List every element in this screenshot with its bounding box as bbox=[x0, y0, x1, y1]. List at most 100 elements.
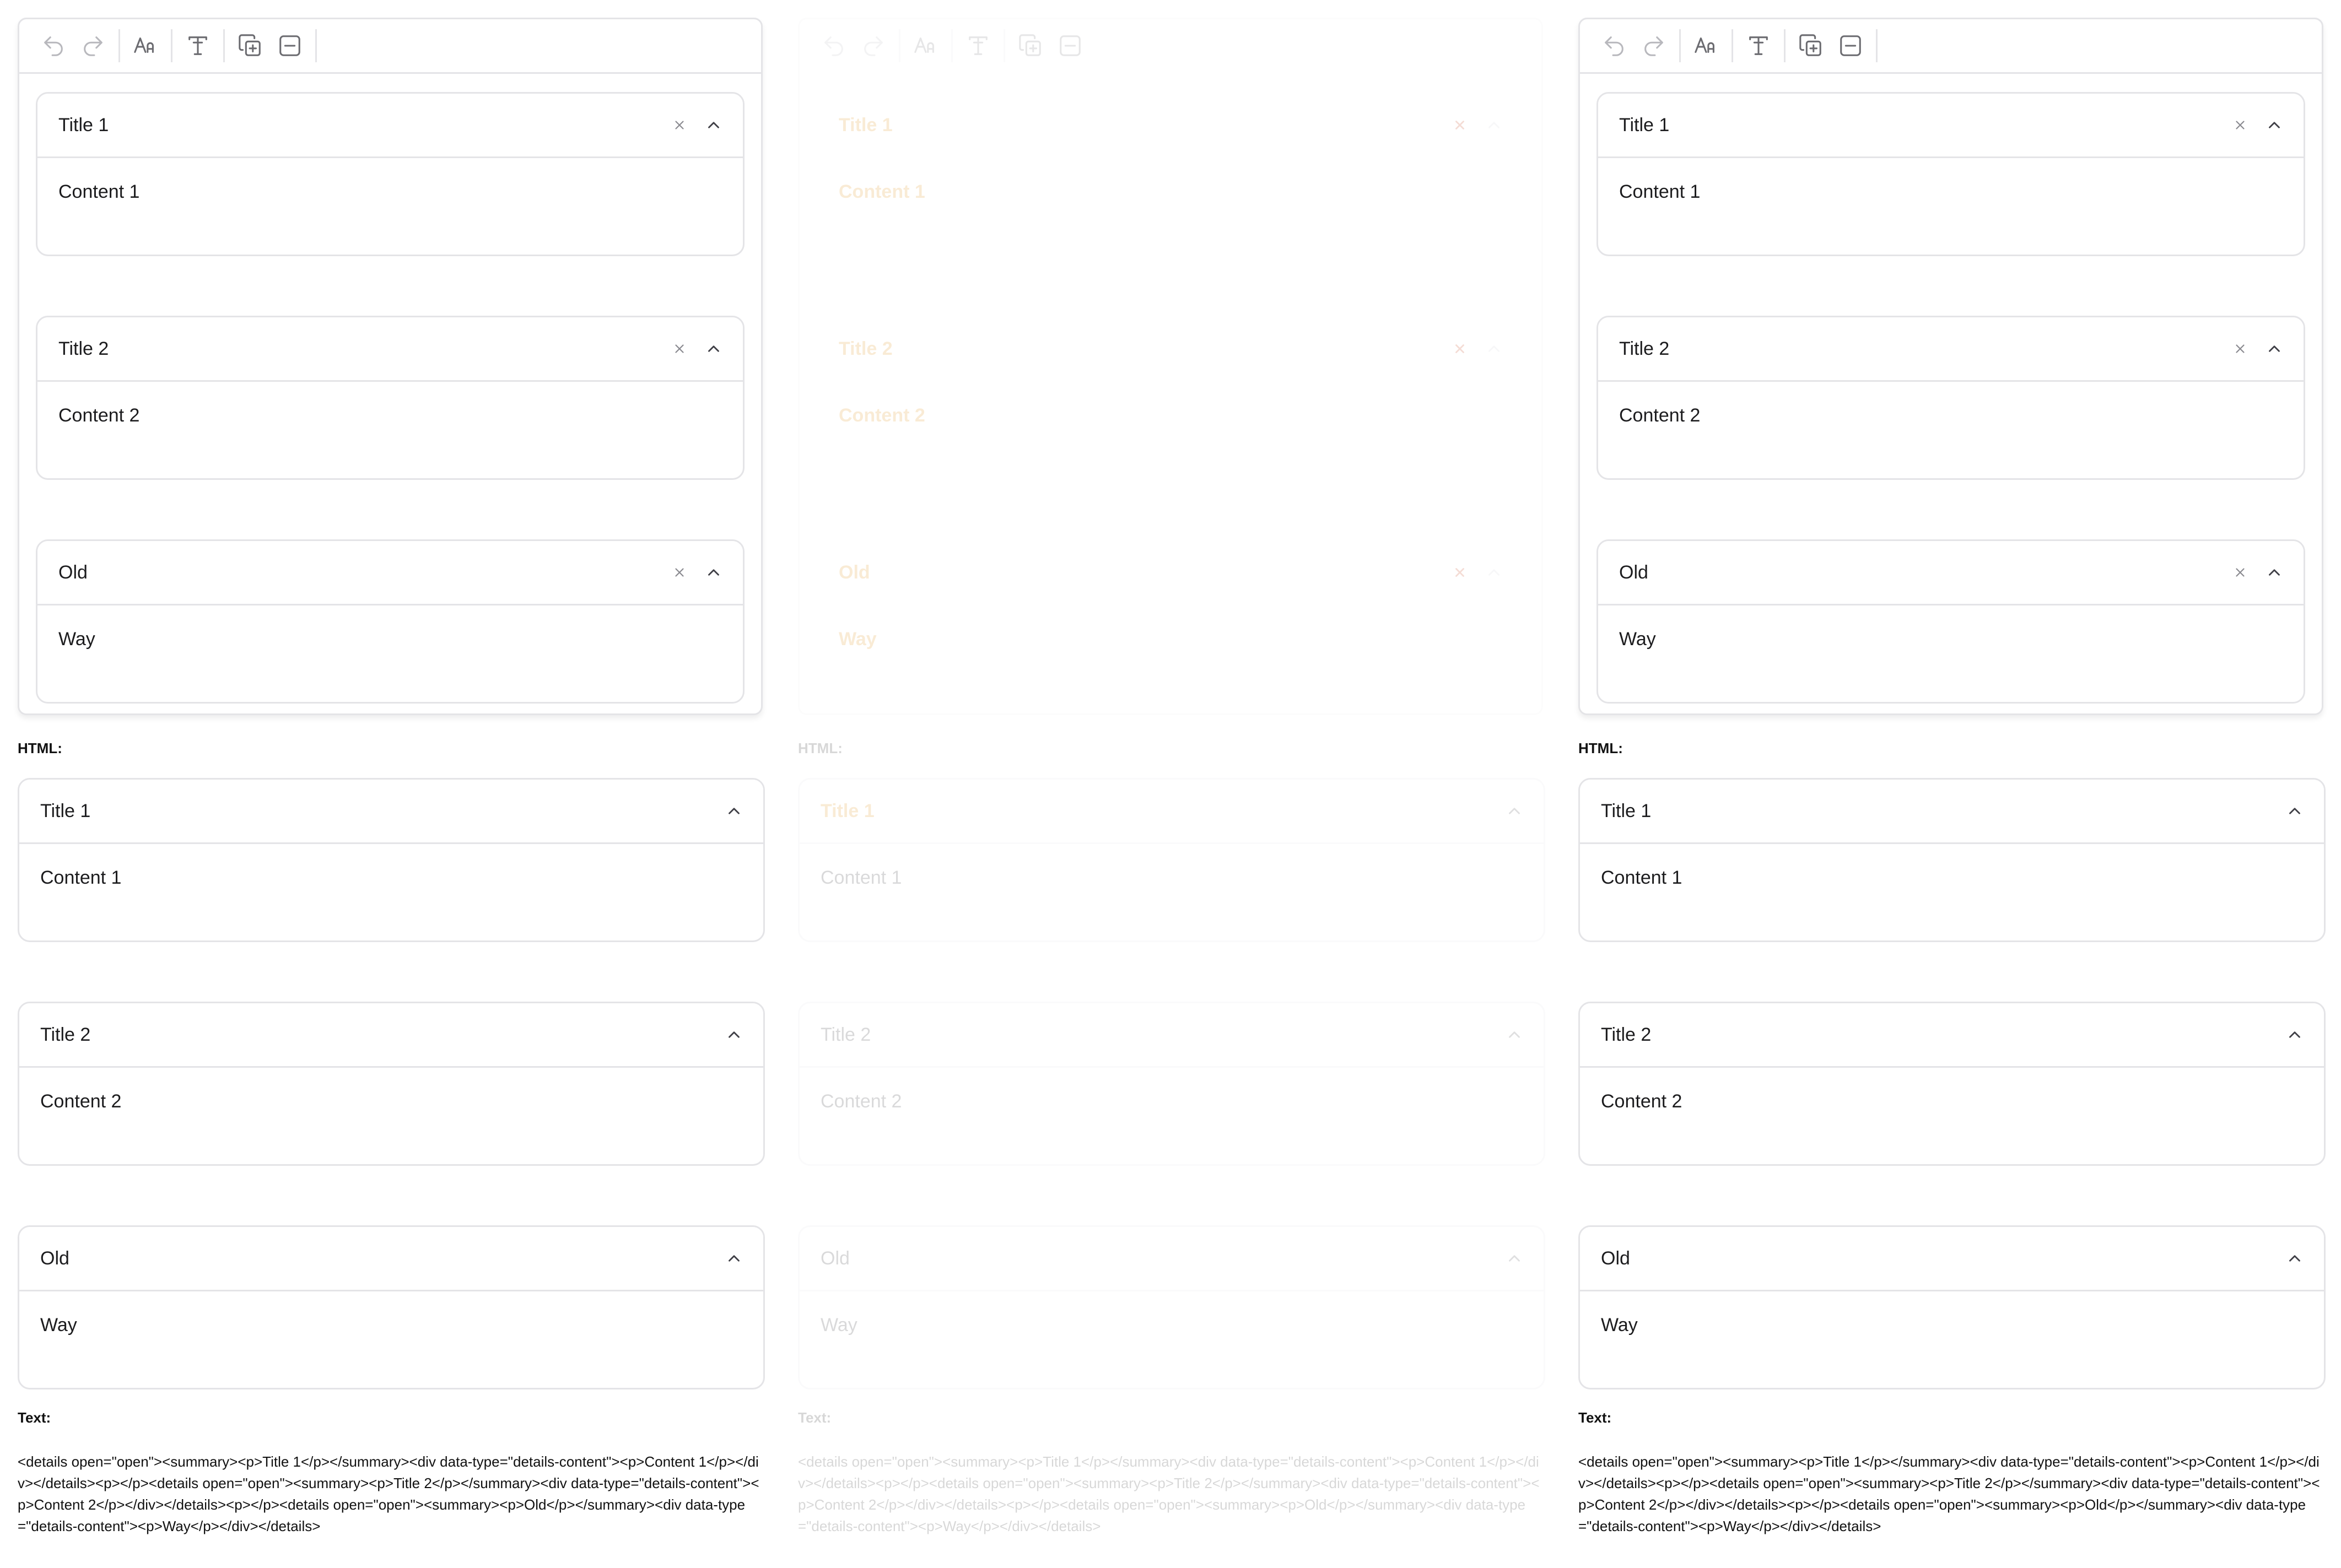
chevron-up-icon[interactable] bbox=[2283, 1023, 2306, 1046]
undo-button[interactable] bbox=[814, 26, 854, 66]
close-icon[interactable] bbox=[669, 115, 690, 136]
undo-button[interactable] bbox=[34, 26, 73, 66]
details-block: Title 2 Content 2 bbox=[816, 316, 1525, 480]
chevron-up-icon[interactable] bbox=[1503, 1023, 1526, 1046]
details-summary[interactable]: Old bbox=[37, 541, 743, 605]
text-format-button[interactable] bbox=[958, 26, 998, 66]
details-content[interactable]: Content 2 bbox=[1619, 404, 1700, 426]
details-block: Title 2 Content 2 bbox=[1578, 1002, 2326, 1166]
redo-icon bbox=[864, 36, 883, 56]
chevron-up-icon[interactable] bbox=[1482, 337, 1506, 360]
close-icon[interactable] bbox=[1449, 562, 1470, 583]
details-title: Title 1 bbox=[1601, 801, 1652, 821]
chevron-up-icon[interactable] bbox=[702, 561, 725, 584]
chevron-up-icon[interactable] bbox=[722, 799, 746, 823]
add-block-button[interactable] bbox=[230, 26, 270, 66]
details-summary[interactable]: Title 1 bbox=[37, 94, 743, 158]
remove-block-button[interactable] bbox=[270, 26, 310, 66]
details-content[interactable]: Content 1 bbox=[839, 181, 925, 203]
text-size-button[interactable] bbox=[126, 26, 165, 66]
undo-button[interactable] bbox=[1594, 26, 1634, 66]
details-summary[interactable]: Title 1 bbox=[800, 780, 1544, 844]
details-summary[interactable]: Title 2 bbox=[1580, 1003, 2324, 1068]
close-icon[interactable] bbox=[1449, 338, 1470, 359]
close-icon[interactable] bbox=[2230, 562, 2251, 583]
chevron-up-icon[interactable] bbox=[1482, 561, 1506, 584]
text-size-button[interactable] bbox=[1686, 26, 1726, 66]
details-summary[interactable]: Old bbox=[818, 541, 1523, 605]
details-summary[interactable]: Title 1 bbox=[19, 780, 763, 844]
details-summary[interactable]: Title 2 bbox=[37, 317, 743, 382]
details-content[interactable]: Content 1 bbox=[1619, 181, 1700, 203]
chevron-up-icon[interactable] bbox=[2263, 561, 2286, 584]
details-content[interactable]: Content 2 bbox=[58, 404, 139, 426]
add-block-button[interactable] bbox=[1011, 26, 1050, 66]
details-content[interactable]: Way bbox=[839, 628, 877, 650]
details-title: Title 2 bbox=[40, 1024, 91, 1045]
details-title: Title 2 bbox=[1601, 1024, 1652, 1045]
remove-block-button[interactable] bbox=[1831, 26, 1870, 66]
chevron-up-icon[interactable] bbox=[1482, 113, 1506, 137]
close-icon[interactable] bbox=[2230, 338, 2251, 359]
chevron-up-icon[interactable] bbox=[702, 337, 725, 360]
chevron-up-icon[interactable] bbox=[2263, 337, 2286, 360]
details-title[interactable]: Title 1 bbox=[58, 114, 109, 136]
close-icon[interactable] bbox=[669, 338, 690, 359]
details-title[interactable]: Title 1 bbox=[1619, 114, 1669, 136]
details-title[interactable]: Title 1 bbox=[839, 114, 893, 136]
chevron-up-icon[interactable] bbox=[2283, 1247, 2306, 1270]
text-label: Text: bbox=[798, 1409, 832, 1426]
close-icon[interactable] bbox=[2230, 115, 2251, 136]
close-icon[interactable] bbox=[1449, 115, 1470, 136]
add-block-icon bbox=[1019, 34, 1041, 56]
chevron-up-icon[interactable] bbox=[722, 1247, 746, 1270]
toolbar-divider bbox=[951, 29, 953, 62]
details-content[interactable]: Way bbox=[1619, 628, 1656, 650]
details-title[interactable]: Title 2 bbox=[1619, 338, 1669, 360]
details-content: Content 2 bbox=[821, 1091, 902, 1112]
remove-block-button[interactable] bbox=[1050, 26, 1090, 66]
details-summary[interactable]: Old bbox=[19, 1227, 763, 1291]
text-size-button[interactable] bbox=[906, 26, 946, 66]
chevron-up-icon[interactable] bbox=[1503, 799, 1526, 823]
details-summary[interactable]: Title 1 bbox=[1580, 780, 2324, 844]
chevron-up-icon[interactable] bbox=[2263, 113, 2286, 137]
chevron-up-icon[interactable] bbox=[722, 1023, 746, 1046]
chevron-up-icon[interactable] bbox=[2283, 799, 2306, 823]
remove-block-icon bbox=[1060, 35, 1081, 56]
details-summary[interactable]: Title 2 bbox=[19, 1003, 763, 1068]
toolbar-divider bbox=[1679, 29, 1681, 62]
redo-button[interactable] bbox=[854, 26, 893, 66]
text-format-button[interactable] bbox=[1739, 26, 1778, 66]
details-block: Old Way bbox=[816, 539, 1525, 704]
details-summary[interactable]: Title 1 bbox=[818, 94, 1523, 158]
details-title[interactable]: Old bbox=[839, 561, 870, 583]
text-format-button[interactable] bbox=[178, 26, 218, 66]
text-format-icon bbox=[188, 36, 207, 55]
details-summary[interactable]: Title 2 bbox=[1598, 317, 2304, 382]
details-content: Way bbox=[1601, 1315, 1638, 1335]
details-summary[interactable]: Old bbox=[800, 1227, 1544, 1291]
details-summary[interactable]: Old bbox=[1580, 1227, 2324, 1291]
text-format-icon bbox=[969, 36, 988, 55]
close-icon[interactable] bbox=[669, 562, 690, 583]
details-title[interactable]: Title 2 bbox=[58, 338, 109, 360]
redo-button[interactable] bbox=[1634, 26, 1674, 66]
chevron-up-icon[interactable] bbox=[1503, 1247, 1526, 1270]
redo-button[interactable] bbox=[73, 26, 113, 66]
details-summary[interactable]: Title 1 bbox=[1598, 94, 2304, 158]
details-title[interactable]: Title 2 bbox=[839, 338, 893, 360]
toolbar-divider bbox=[1732, 29, 1733, 62]
details-content[interactable]: Content 2 bbox=[839, 404, 925, 426]
details-summary[interactable]: Title 2 bbox=[800, 1003, 1544, 1068]
details-content[interactable]: Content 1 bbox=[58, 181, 139, 203]
details-summary[interactable]: Old bbox=[1598, 541, 2304, 605]
details-block: Title 2 Content 2 bbox=[798, 1002, 1545, 1166]
text-output: <details open="open"><summary><p>Title 1… bbox=[798, 1453, 1540, 1534]
details-title[interactable]: Old bbox=[58, 561, 88, 583]
add-block-button[interactable] bbox=[1791, 26, 1831, 66]
details-summary[interactable]: Title 2 bbox=[818, 317, 1523, 382]
chevron-up-icon[interactable] bbox=[702, 113, 725, 137]
details-title[interactable]: Old bbox=[1619, 561, 1648, 583]
details-content[interactable]: Way bbox=[58, 628, 95, 650]
